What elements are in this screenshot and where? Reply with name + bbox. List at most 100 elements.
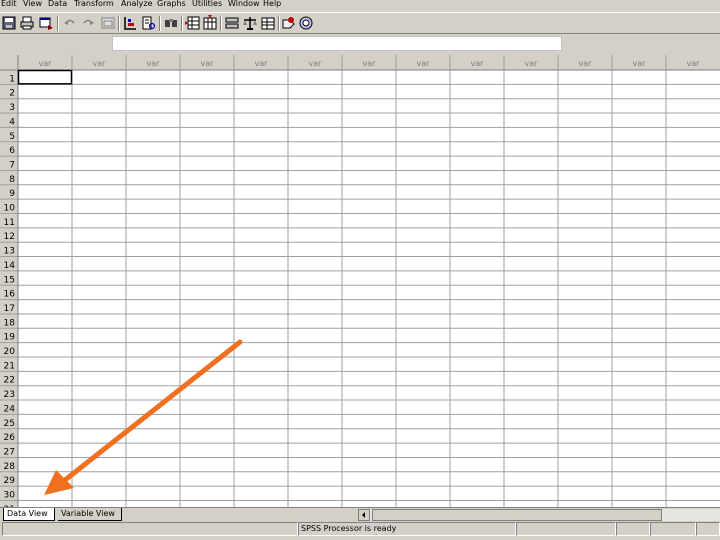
undo-icon: [64, 19, 75, 25]
value-labels-button[interactable]: [281, 15, 297, 31]
use-sets-button[interactable]: [298, 15, 314, 31]
column-header[interactable]: var: [201, 59, 215, 68]
dialog-recall-icon: [39, 17, 53, 30]
row-number[interactable]: 20: [4, 347, 16, 357]
horizontal-scrollbar[interactable]: [358, 509, 720, 521]
redo-icon: [83, 19, 94, 25]
column-header[interactable]: var: [39, 59, 53, 68]
dialog-recall-button[interactable]: [38, 15, 54, 31]
weight-cases-button[interactable]: [242, 15, 258, 31]
tab-data-view[interactable]: Data View: [3, 508, 55, 521]
column-header[interactable]: var: [93, 59, 107, 68]
status-panel: [650, 522, 696, 536]
row-number[interactable]: 18: [4, 318, 16, 328]
data-grid: var var var var var var var var var var var var var 1…: [0, 55, 720, 507]
column-header[interactable]: var: [525, 59, 539, 68]
cell-value-input[interactable]: [112, 36, 562, 51]
menu-transform[interactable]: Transform: [74, 0, 114, 9]
menu-bar: Edit View Data Transform Analyze Graphs …: [0, 0, 720, 12]
use-sets-icon: [299, 16, 313, 30]
undo-button[interactable]: [62, 15, 78, 31]
column-header[interactable]: var: [147, 59, 161, 68]
toolbar: [0, 12, 720, 34]
row-number[interactable]: 22: [4, 376, 15, 386]
split-file-button[interactable]: [224, 15, 240, 31]
toolbar-separator: [181, 16, 183, 31]
sheet-tab-bar: Data View Variable View: [0, 507, 720, 521]
status-processor: SPSS Processor is ready: [298, 522, 516, 536]
row-number[interactable]: 3: [9, 103, 15, 113]
row-number[interactable]: 16: [4, 290, 16, 300]
row-number[interactable]: 9: [9, 189, 15, 199]
status-bar: SPSS Processor is ready: [0, 521, 720, 540]
goto-case-icon: [124, 17, 136, 30]
column-header[interactable]: var: [633, 59, 647, 68]
row-number[interactable]: 12: [4, 232, 15, 242]
variables-button[interactable]: [140, 15, 156, 31]
row-number[interactable]: 4: [9, 117, 15, 127]
menu-view[interactable]: View: [23, 0, 42, 9]
status-panel-left: [2, 522, 298, 536]
toolbar-separator: [278, 16, 280, 31]
row-number[interactable]: 23: [4, 390, 15, 400]
goto-chart-button[interactable]: [100, 15, 116, 31]
row-number[interactable]: 30: [4, 491, 16, 501]
column-header[interactable]: var: [687, 59, 701, 68]
row-number[interactable]: 26: [4, 433, 16, 443]
column-header[interactable]: var: [255, 59, 269, 68]
insert-case-button[interactable]: [185, 15, 201, 31]
row-number[interactable]: 28: [4, 462, 16, 472]
redo-button[interactable]: [80, 15, 96, 31]
row-number[interactable]: 27: [4, 447, 15, 457]
insert-variable-button[interactable]: [202, 15, 218, 31]
scroll-left-button[interactable]: [358, 509, 370, 521]
save-icon: [2, 16, 16, 30]
selected-cell[interactable]: [17, 69, 73, 85]
find-button[interactable]: [163, 15, 179, 31]
save-button[interactable]: [1, 15, 17, 31]
toolbar-separator: [57, 16, 59, 31]
row-number[interactable]: 25: [4, 419, 15, 429]
scroll-thumb[interactable]: [372, 509, 662, 521]
column-header[interactable]: var: [417, 59, 431, 68]
row-number[interactable]: 5: [9, 132, 15, 142]
menu-data[interactable]: Data: [48, 0, 67, 9]
row-number[interactable]: 21: [4, 361, 15, 371]
column-header[interactable]: var: [309, 59, 323, 68]
tab-variable-view[interactable]: Variable View: [58, 508, 122, 521]
select-cases-button[interactable]: [260, 15, 276, 31]
row-number[interactable]: 1: [9, 74, 15, 84]
row-number[interactable]: 2: [9, 89, 15, 99]
row-number[interactable]: 15: [4, 275, 15, 285]
row-number[interactable]: 8: [9, 175, 15, 185]
print-icon: [20, 16, 34, 30]
row-number[interactable]: 10: [4, 204, 16, 214]
row-number[interactable]: 29: [4, 476, 16, 486]
goto-case-button[interactable]: [122, 15, 138, 31]
row-number[interactable]: 6: [9, 146, 15, 156]
toolbar-separator: [118, 16, 120, 31]
row-number[interactable]: 7: [9, 160, 15, 170]
insert-case-icon: [185, 16, 200, 30]
menu-help[interactable]: Help: [263, 0, 281, 9]
row-number[interactable]: 14: [4, 261, 16, 271]
status-panel: [696, 522, 720, 536]
row-number[interactable]: 19: [4, 333, 16, 343]
value-labels-icon: [282, 17, 295, 29]
variables-icon: [142, 16, 156, 30]
print-button[interactable]: [19, 15, 35, 31]
menu-graphs[interactable]: Graphs: [157, 0, 186, 9]
cell-editor-row: [0, 34, 720, 54]
status-panel: [616, 522, 650, 536]
menu-edit[interactable]: Edit: [1, 0, 17, 9]
row-number[interactable]: 13: [4, 247, 15, 257]
row-number[interactable]: 11: [4, 218, 15, 228]
menu-window[interactable]: Window: [228, 0, 260, 9]
row-number[interactable]: 17: [4, 304, 15, 314]
column-header[interactable]: var: [579, 59, 593, 68]
row-number[interactable]: 24: [4, 404, 16, 414]
menu-utilities[interactable]: Utilities: [192, 0, 222, 9]
menu-analyze[interactable]: Analyze: [121, 0, 153, 9]
column-header[interactable]: var: [363, 59, 377, 68]
column-header[interactable]: var: [471, 59, 485, 68]
